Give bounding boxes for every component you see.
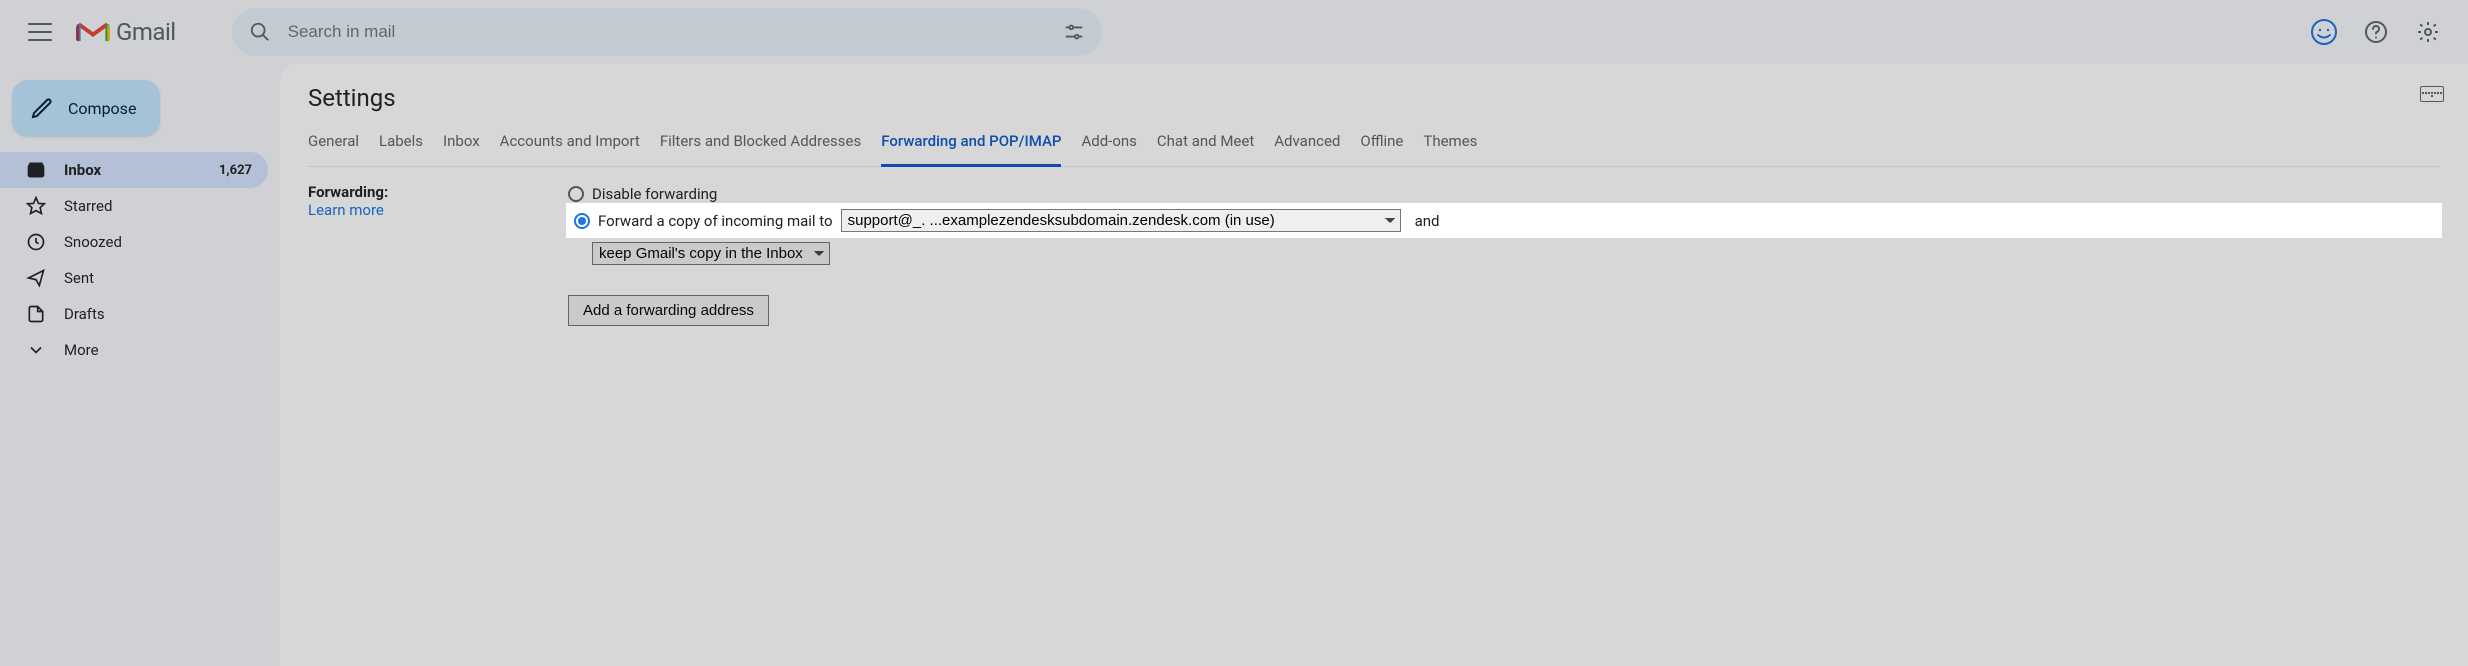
tab-add-ons[interactable]: Add-ons	[1081, 122, 1136, 167]
search-input[interactable]	[288, 22, 1046, 42]
sidebar-item-label: Sent	[64, 269, 94, 287]
page-title: Settings	[308, 84, 2440, 112]
tab-labels[interactable]: Labels	[379, 122, 423, 167]
snoozed-icon	[26, 232, 46, 252]
and-word: and	[1415, 212, 1440, 230]
forwarding-address-select[interactable]: support@_. ...examplezendesksubdomain.ze…	[841, 209, 1401, 232]
disable-forwarding-label: Disable forwarding	[592, 185, 717, 203]
sidebar-item-label: Starred	[64, 197, 112, 215]
gmail-logo[interactable]: Gmail	[76, 18, 176, 46]
input-tools-icon[interactable]	[2420, 86, 2444, 102]
tab-forwarding-and-pop-imap[interactable]: Forwarding and POP/IMAP	[881, 122, 1061, 167]
gmail-logo-text: Gmail	[116, 18, 176, 46]
sidebar-item-more[interactable]: More	[0, 332, 268, 368]
sidebar-item-label: Drafts	[64, 305, 105, 323]
forwarding-section-label: Forwarding:	[308, 183, 388, 201]
sidebar-item-snoozed[interactable]: Snoozed	[0, 224, 268, 260]
sidebar-item-starred[interactable]: Starred	[0, 188, 268, 224]
compose-button[interactable]: Compose	[12, 80, 160, 136]
sidebar-item-count: 1,627	[219, 163, 252, 178]
tab-accounts-and-import[interactable]: Accounts and Import	[500, 122, 640, 167]
status-icon[interactable]	[2300, 8, 2348, 56]
add-forwarding-address-button[interactable]: Add a forwarding address	[568, 295, 769, 326]
forward-copy-label: Forward a copy of incoming mail to	[598, 212, 833, 230]
settings-gear-icon[interactable]	[2404, 8, 2452, 56]
search-icon[interactable]	[240, 12, 280, 52]
forward-copy-radio[interactable]	[574, 213, 590, 229]
sidebar-item-label: Inbox	[64, 161, 101, 179]
gmail-logo-icon	[76, 19, 110, 45]
sidebar-item-sent[interactable]: Sent	[0, 260, 268, 296]
sidebar-item-label: Snoozed	[64, 233, 122, 251]
sidebar-item-inbox[interactable]: Inbox 1,627	[0, 152, 268, 188]
tab-advanced[interactable]: Advanced	[1274, 122, 1340, 167]
keep-copy-select[interactable]: keep Gmail's copy in the Inbox	[592, 242, 830, 265]
tab-chat-and-meet[interactable]: Chat and Meet	[1157, 122, 1254, 167]
tab-offline[interactable]: Offline	[1360, 122, 1403, 167]
help-icon[interactable]	[2352, 8, 2400, 56]
drafts-icon	[26, 304, 46, 324]
tab-inbox[interactable]: Inbox	[443, 122, 480, 167]
disable-forwarding-radio[interactable]	[568, 186, 584, 202]
starred-icon	[26, 196, 46, 216]
inbox-icon	[26, 160, 46, 180]
tab-filters-and-blocked-addresses[interactable]: Filters and Blocked Addresses	[660, 122, 861, 167]
tab-general[interactable]: General	[308, 122, 359, 167]
sidebar-item-label: More	[64, 341, 99, 359]
main-menu-button[interactable]	[16, 8, 64, 56]
sidebar-item-drafts[interactable]: Drafts	[0, 296, 268, 332]
search-options-icon[interactable]	[1054, 12, 1094, 52]
sent-icon	[26, 268, 46, 288]
compose-label: Compose	[68, 99, 136, 118]
more-icon	[26, 340, 46, 360]
learn-more-link[interactable]: Learn more	[308, 201, 384, 219]
hamburger-icon	[28, 23, 52, 41]
search-bar[interactable]	[232, 8, 1102, 56]
tab-themes[interactable]: Themes	[1423, 122, 1477, 167]
pencil-icon	[30, 96, 54, 120]
